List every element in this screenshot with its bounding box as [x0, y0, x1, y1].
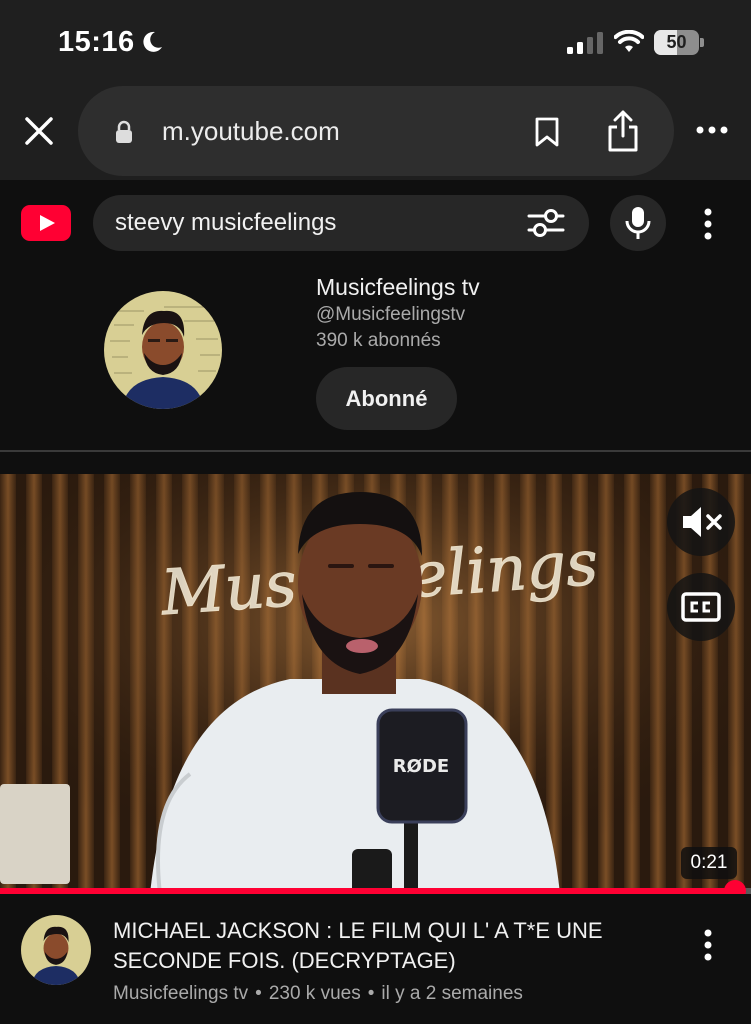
channel-avatar[interactable]	[104, 291, 222, 409]
more-horizontal-icon[interactable]	[695, 123, 729, 137]
avatar-illustration	[104, 291, 222, 409]
more-vertical-icon[interactable]	[700, 207, 716, 241]
mic-brand: RØDE	[393, 756, 449, 777]
video-channel-name[interactable]: Musicfeelings tv	[113, 983, 248, 1004]
battery-body: 50	[654, 30, 699, 55]
separator: •	[255, 983, 262, 1004]
mute-icon	[683, 507, 722, 537]
channel-header: Musicfeelings tv @Musicfeelingstv 390 k …	[0, 268, 751, 452]
upload-age: il y a 2 semaines	[381, 983, 523, 1004]
url-text[interactable]: m.youtube.com	[162, 116, 340, 147]
browser-chrome: 15:16 50 m.youtube.com	[0, 0, 751, 180]
separator: •	[367, 983, 375, 1004]
avatar-illustration	[21, 915, 91, 985]
video-title[interactable]: MICHAEL JACKSON : LE FILM QUI L' A T*E U…	[113, 916, 673, 976]
battery-cap	[700, 38, 704, 47]
status-time: 15:16	[58, 26, 135, 58]
subscriber-count: 390 k abonnés	[316, 330, 441, 351]
channel-handle: @Musicfeelingstv	[316, 304, 466, 325]
more-vertical-icon[interactable]	[700, 928, 716, 962]
view-count: 230 k vues	[268, 983, 361, 1004]
captions-button[interactable]	[667, 573, 735, 641]
share-icon[interactable]	[606, 110, 640, 152]
subscribe-button[interactable]: Abonné	[316, 367, 457, 430]
video-metadata: Musicfeelings tv • 230 k vues • il y a 2 sem…	[113, 983, 523, 1005]
search-query[interactable]: steevy musicfeelings	[115, 209, 336, 237]
moon-icon	[143, 31, 162, 52]
captions-icon	[681, 592, 721, 622]
mic-icon	[625, 207, 651, 239]
voice-search-button[interactable]	[610, 195, 666, 251]
signal-icon	[567, 32, 603, 54]
battery-icon: 50	[654, 30, 704, 55]
video-info[interactable]: MICHAEL JACKSON : LE FILM QUI L' A T*E U…	[0, 894, 751, 1024]
url-bar[interactable]: m.youtube.com	[78, 86, 674, 176]
close-icon[interactable]	[22, 114, 56, 148]
channel-name[interactable]: Musicfeelings tv	[316, 274, 480, 301]
wifi-icon	[614, 30, 644, 52]
video-player[interactable]: Musicfeelings RØDE 0:21	[0, 474, 751, 894]
filter-icon[interactable]	[527, 207, 565, 239]
youtube-header: steevy musicfeelings	[0, 180, 751, 268]
battery-percent: 50	[666, 32, 687, 52]
mute-button[interactable]	[667, 488, 735, 556]
bookmark-icon[interactable]	[534, 117, 560, 147]
video-frame: Musicfeelings RØDE	[0, 474, 751, 894]
lock-icon	[116, 120, 132, 143]
search-input[interactable]: steevy musicfeelings	[93, 195, 589, 251]
video-channel-avatar[interactable]	[21, 915, 91, 985]
video-duration: 0:21	[681, 847, 737, 879]
youtube-logo[interactable]	[21, 205, 71, 241]
